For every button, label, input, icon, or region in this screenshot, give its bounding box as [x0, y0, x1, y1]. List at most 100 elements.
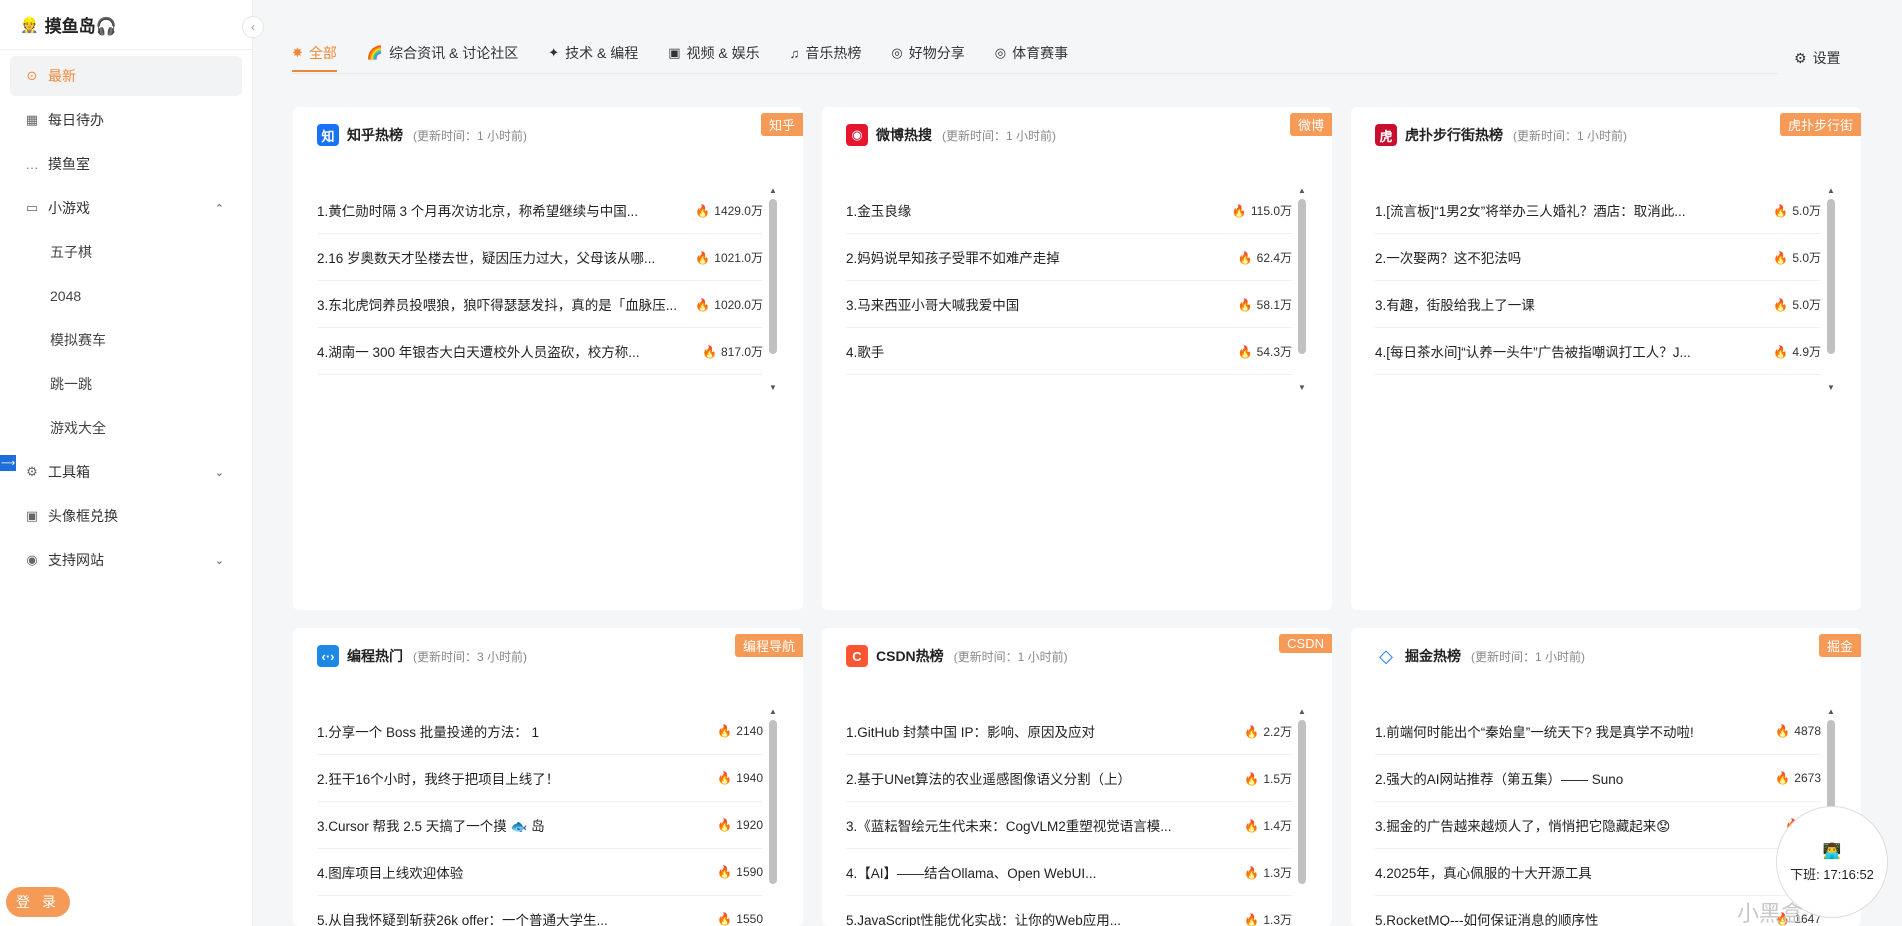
list-item[interactable]: 5.从自我怀疑到斩获26k offer：一个普通大学生... 🔥 1550 [317, 896, 763, 926]
item-title[interactable]: 4.湖南一 300 年银杏大白天遭校外人员盗砍，校方称... [317, 341, 702, 361]
tab-3[interactable]: ▣ 视频 & 娱乐 [668, 34, 759, 72]
card-title[interactable]: 知乎热榜 [347, 125, 403, 145]
list-item[interactable]: 3.Cursor 帮我 2.5 天搞了一个摸 🐟 岛 🔥 1920 [317, 802, 763, 849]
source-ribbon[interactable]: 编程导航 [734, 634, 803, 657]
list-item[interactable]: 2.基于UNet算法的农业遥感图像语义分割（上） 🔥 1.5万 [846, 755, 1292, 802]
scroll-thumb[interactable] [1827, 199, 1835, 354]
item-title[interactable]: 5.从自我怀疑到斩获26k offer：一个普通大学生... [317, 909, 717, 926]
scroll-up-icon[interactable]: ▲ [769, 187, 777, 195]
item-title[interactable]: 1.分享一个 Boss 批量投递的方法： 1 [317, 721, 717, 741]
item-title[interactable]: 3.马来西亚小哥大喊我爱中国 [846, 294, 1238, 314]
sidebar-item-todo[interactable]: ▦ 每日待办 [10, 100, 242, 140]
chevron-icon[interactable]: ⌄ [215, 554, 224, 567]
list-item[interactable]: 5.[社区热议]卤制品三巨头大幅关店网友吐槽吃不起，J...🔥4.8万 [1375, 375, 1821, 391]
sidebar-item-avatar-frame[interactable]: ▣ 头像框兑换 [10, 496, 242, 536]
list-item[interactable]: 5.河北任丘著名网红良子体重近 400 斤依然狂干碳水...🔥531.0万 [317, 375, 763, 391]
sidebar-item-games[interactable]: ▭ 小游戏 ⌃ [10, 188, 242, 228]
list-item[interactable]: 4.【AI】——结合Ollama、Open WebUI... 🔥 1.3万 [846, 849, 1292, 896]
scrollbar[interactable]: ▲ ▼ [1827, 187, 1835, 392]
scrollbar[interactable]: ▲ ▼ [769, 187, 777, 392]
item-title[interactable]: 5.河北任丘著名网红良子体重近 400 斤依然狂干碳水... [317, 388, 702, 391]
tab-2[interactable]: ✦ 技术 & 编程 [548, 34, 638, 72]
item-title[interactable]: 3.东北虎饲养员投喂狼，狼吓得瑟瑟发抖，真的是「血脉压... [317, 294, 695, 314]
scroll-up-icon[interactable]: ▲ [1298, 187, 1306, 195]
item-title[interactable]: 3.《蓝耘智绘元生代未来：CogVLM2重塑视觉语言模... [846, 815, 1244, 835]
scrollbar[interactable]: ▲ [769, 708, 777, 926]
list-item[interactable]: 3.有趣，街股给我上了一课 🔥 5.0万 [1375, 281, 1821, 328]
item-title[interactable]: 2.16 岁奥数天才坠楼去世，疑因压力过大，父母该从哪... [317, 247, 695, 267]
item-title[interactable]: 1.前端何时能出个“秦始皇”一统天下? 我是真学不动啦! [1375, 721, 1775, 741]
item-title[interactable]: 3.有趣，街股给我上了一课 [1375, 294, 1773, 314]
source-ribbon[interactable]: 知乎 [760, 113, 803, 136]
source-ribbon[interactable]: 虎扑步行街 [1779, 113, 1861, 136]
source-ribbon[interactable]: CSDN [1279, 634, 1332, 653]
item-title[interactable]: 4.图库项目上线欢迎体验 [317, 862, 717, 882]
scroll-up-icon[interactable]: ▲ [769, 708, 777, 716]
item-title[interactable]: 2.妈妈说早知孩子受罪不如难产走掉 [846, 247, 1238, 267]
sidebar-item-toolbox[interactable]: ⚙ 工具箱 ⌄ [10, 452, 242, 492]
sidebar-subitem-game[interactable]: 游戏大全 [10, 408, 242, 448]
list-item[interactable]: 2.强大的AI网站推荐（第五集）—— Suno 🔥 2673 [1375, 755, 1821, 802]
list-item[interactable]: 4.歌手 🔥 54.3万 [846, 328, 1292, 375]
tab-1[interactable]: 🌈 综合资讯 & 讨论社区 [367, 34, 518, 72]
list-item[interactable]: 3.《蓝耘智绘元生代未来：CogVLM2重塑视觉语言模... 🔥 1.4万 [846, 802, 1292, 849]
item-title[interactable]: 1.GitHub 封禁中国 IP：影响、原因及应对 [846, 721, 1244, 741]
item-title[interactable]: 1.金玉良缘 [846, 200, 1232, 220]
item-title[interactable]: 4.[每日茶水间]“认养一头牛”广告被指嘲讽打工人？J... [1375, 341, 1773, 361]
tab-4[interactable]: ♫ 音乐热榜 [790, 34, 862, 72]
sidebar-item-latest[interactable]: ⊙ 最新 [10, 56, 242, 96]
list-item[interactable]: 3.掘金的广告越来越烦人了，悄悄把它隐藏起来😟🔥2... [1375, 802, 1821, 849]
scroll-thumb[interactable] [1298, 720, 1306, 884]
app-logo[interactable]: 👷 摸鱼岛🎧 [0, 0, 252, 50]
card-title[interactable]: 编程热门 [347, 646, 403, 666]
item-title[interactable]: 3.Cursor 帮我 2.5 天搞了一个摸 🐟 岛 [317, 815, 717, 835]
settings-button[interactable]: ⚙ 设置 [1794, 48, 1841, 68]
collapse-sidebar-icon[interactable]: ‹ [242, 16, 264, 38]
source-ribbon[interactable]: 微博 [1289, 113, 1332, 136]
list-item[interactable]: 2.一次娶两？这不犯法吗 🔥 5.0万 [1375, 234, 1821, 281]
item-title[interactable]: 5.[社区热议]卤制品三巨头大幅关店网友吐槽吃不起，J... [1375, 388, 1773, 391]
list-item[interactable]: 2.狂干16个小时，我终于把项目上线了！ 🔥 1940 [317, 755, 763, 802]
card-title[interactable]: CSDN热榜 [876, 646, 944, 666]
item-title[interactable]: 4.2025年，真心佩服的十大开源工具 [1375, 862, 1821, 882]
list-item[interactable]: 2.妈妈说早知孩子受罪不如难产走掉 🔥 62.4万 [846, 234, 1292, 281]
scroll-thumb[interactable] [769, 720, 777, 884]
item-title[interactable]: 1.[流言板]“1男2女”将举办三人婚礼？酒店：取消此... [1375, 200, 1773, 220]
login-button[interactable]: 登 录 [6, 887, 70, 917]
chevron-icon[interactable]: ⌄ [215, 466, 224, 479]
list-item[interactable]: 1.金玉良缘 🔥 115.0万 [846, 187, 1292, 234]
list-item[interactable]: 3.马来西亚小哥大喊我爱中国 🔥 58.1万 [846, 281, 1292, 328]
sidebar-subitem-game[interactable]: 跳一跳 [10, 364, 242, 404]
scroll-thumb[interactable] [769, 199, 777, 354]
scroll-down-icon[interactable]: ▼ [769, 384, 777, 392]
side-marker-icon[interactable]: ⟶ [0, 455, 16, 471]
scroll-thumb[interactable] [1298, 199, 1306, 354]
list-item[interactable]: 1.前端何时能出个“秦始皇”一统天下? 我是真学不动啦! 🔥 4878 [1375, 708, 1821, 755]
tab-6[interactable]: ◎ 体育赛事 [995, 34, 1068, 72]
tab-0[interactable]: ✸ 全部 [292, 34, 337, 72]
item-title[interactable]: 4.歌手 [846, 341, 1238, 361]
scroll-down-icon[interactable]: ▼ [1827, 384, 1835, 392]
scroll-up-icon[interactable]: ▲ [1827, 708, 1835, 716]
item-title[interactable]: 2.基于UNet算法的农业遥感图像语义分割（上） [846, 768, 1244, 788]
chevron-icon[interactable]: ⌃ [215, 202, 224, 215]
scrollbar[interactable]: ▲ ▼ [1298, 187, 1306, 392]
list-item[interactable]: 5.美国游客用支付宝消费涨百分之二百🔥39.7万 [846, 375, 1292, 391]
item-title[interactable]: 5.JavaScript性能优化实战：让你的Web应用... [846, 909, 1244, 926]
list-item[interactable]: 3.东北虎饲养员投喂狼，狼吓得瑟瑟发抖，真的是「血脉压... 🔥 1020.0万 [317, 281, 763, 328]
sidebar-item-support[interactable]: ◉ 支持网站 ⌄ [10, 540, 242, 580]
list-item[interactable]: 4.图库项目上线欢迎体验 🔥 1590 [317, 849, 763, 896]
sidebar-item-chatroom[interactable]: … 摸鱼室 [10, 144, 242, 184]
list-item[interactable]: 4.[每日茶水间]“认养一头牛”广告被指嘲讽打工人？J... 🔥 4.9万 [1375, 328, 1821, 375]
list-item[interactable]: 1.黄仁勋时隔 3 个月再次访北京，称希望继续与中国... 🔥 1429.0万 [317, 187, 763, 234]
item-title[interactable]: 2.狂干16个小时，我终于把项目上线了！ [317, 768, 717, 788]
item-title[interactable]: 3.掘金的广告越来越烦人了，悄悄把它隐藏起来😟 [1375, 815, 1785, 835]
scroll-down-icon[interactable]: ▼ [1298, 384, 1306, 392]
tab-5[interactable]: ◎ 好物分享 [891, 34, 964, 72]
item-title[interactable]: 1.黄仁勋时隔 3 个月再次访北京，称希望继续与中国... [317, 200, 695, 220]
item-title[interactable]: 2.强大的AI网站推荐（第五集）—— Suno [1375, 768, 1775, 788]
list-item[interactable]: 4.2025年，真心佩服的十大开源工具 [1375, 849, 1821, 896]
sidebar-subitem-game[interactable]: 模拟赛车 [10, 320, 242, 360]
scroll-up-icon[interactable]: ▲ [1827, 187, 1835, 195]
sidebar-subitem-game[interactable]: 五子棋 [10, 232, 242, 272]
